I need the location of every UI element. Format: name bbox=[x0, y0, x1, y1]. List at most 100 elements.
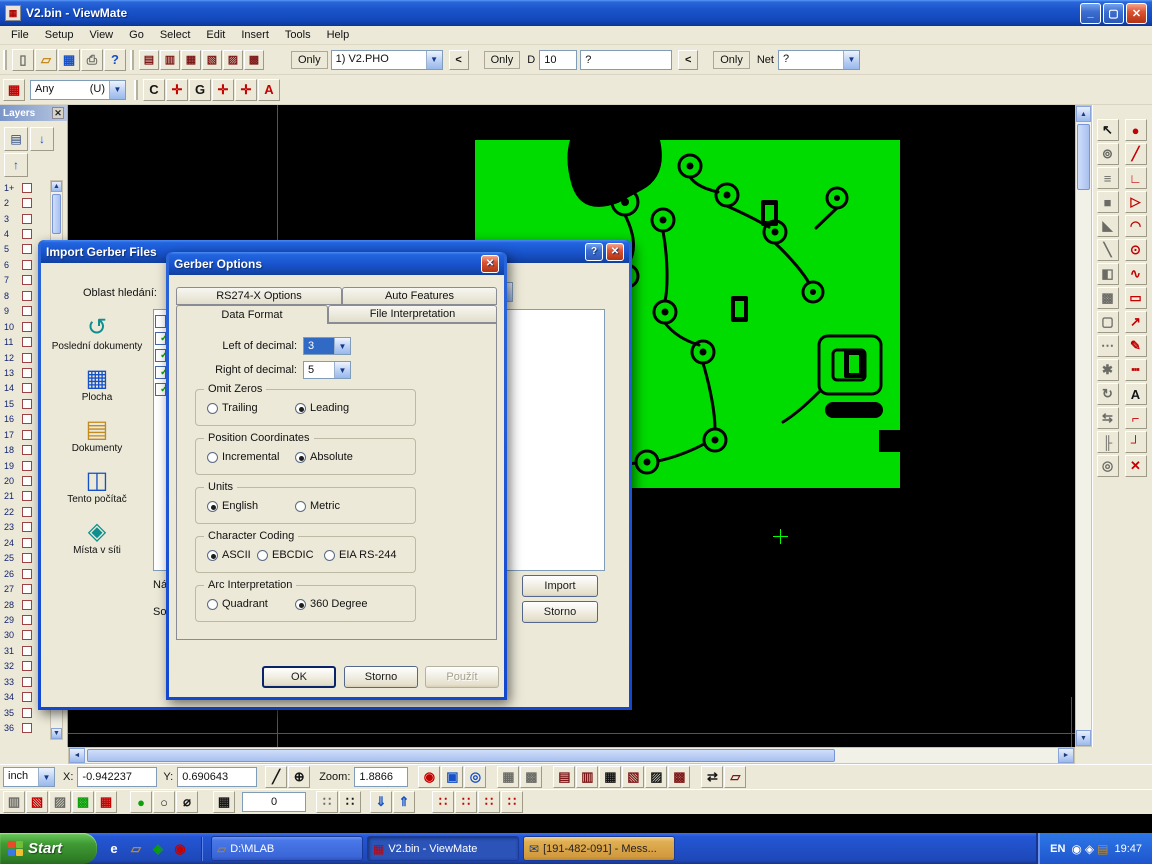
x-coordinate-field[interactable]: -0.942237 bbox=[77, 767, 157, 787]
corner-tool-icon[interactable]: ∟ bbox=[1125, 167, 1147, 189]
chevron-down-icon[interactable]: ▼ bbox=[38, 768, 54, 786]
crosshair-select-icon[interactable]: ✛ bbox=[166, 79, 188, 101]
ruler-tool-icon[interactable]: ╟ bbox=[1097, 431, 1119, 453]
chevron-down-icon[interactable]: ▼ bbox=[334, 338, 350, 354]
hscrollbar-thumb[interactable] bbox=[87, 749, 835, 762]
stack-icon[interactable]: ≡ bbox=[1097, 167, 1119, 189]
pointer-tool-icon[interactable]: ↖ bbox=[1097, 119, 1119, 141]
y-coordinate-field[interactable]: 0.690643 bbox=[177, 767, 257, 787]
import-button[interactable]: Import bbox=[522, 575, 598, 597]
chevron-down-icon[interactable]: ▼ bbox=[334, 362, 350, 378]
text-tool-icon[interactable]: A bbox=[1125, 383, 1147, 405]
grid-display-icon[interactable]: ▩ bbox=[520, 766, 542, 788]
layer-color-swatch[interactable] bbox=[22, 430, 32, 440]
right-decimal-combo[interactable]: 5 ▼ bbox=[303, 361, 351, 379]
layer-color-swatch[interactable] bbox=[22, 383, 32, 393]
target-one-icon[interactable]: ✛ bbox=[212, 79, 234, 101]
layer-table-icon[interactable]: ▤ bbox=[4, 127, 28, 151]
line-tool-icon[interactable]: ╱ bbox=[1125, 143, 1147, 165]
scroll-down-icon[interactable]: ▼ bbox=[1076, 730, 1091, 746]
only-dcode-toggle[interactable]: Only bbox=[484, 51, 521, 69]
dcode-field[interactable]: 10 bbox=[539, 50, 577, 70]
dot-grid-icon[interactable]: ∷ bbox=[316, 791, 338, 813]
quicklaunch-ie-icon[interactable]: e bbox=[105, 840, 123, 858]
tray-docs-icon[interactable]: ▤ bbox=[1097, 842, 1108, 856]
layer-color-swatch[interactable] bbox=[22, 476, 32, 486]
arc-tool-icon[interactable]: ◠ bbox=[1125, 215, 1147, 237]
pad-tool-icon[interactable]: ● bbox=[1125, 119, 1147, 141]
circle-aperture-icon[interactable]: C bbox=[143, 79, 165, 101]
crop-view-icon[interactable]: ▱ bbox=[724, 766, 746, 788]
zoom-tool-icon[interactable]: ◎ bbox=[1097, 455, 1119, 477]
menu-select[interactable]: Select bbox=[152, 27, 199, 43]
layer-color-swatch[interactable] bbox=[22, 600, 32, 610]
film-view-2-icon[interactable]: ▥ bbox=[576, 766, 598, 788]
task-message[interactable]: ✉ [191-482-091] - Mess... bbox=[523, 836, 675, 861]
grid-toggle-icon[interactable]: ▦ bbox=[213, 791, 235, 813]
radio-ascii[interactable]: ASCII bbox=[207, 549, 251, 561]
tab-data-format[interactable]: Data Format bbox=[176, 305, 328, 324]
layer-color-swatch[interactable] bbox=[22, 538, 32, 548]
film-view-1-icon[interactable]: ▤ bbox=[553, 766, 575, 788]
radio-absolute[interactable]: Absolute bbox=[295, 451, 353, 463]
previous-dcode-button[interactable]: < bbox=[678, 50, 698, 70]
layers-scrollbar-thumb[interactable] bbox=[52, 194, 61, 234]
flash-mode-icon[interactable]: ▨ bbox=[49, 791, 71, 813]
grid-snap-icon[interactable]: ▦ bbox=[497, 766, 519, 788]
place-network[interactable]: ◈ Místa v síti bbox=[51, 519, 143, 557]
mirror-tool-icon[interactable]: ⇆ bbox=[1097, 407, 1119, 429]
film-view-6-icon[interactable]: ▩ bbox=[668, 766, 690, 788]
print-icon[interactable]: ⎙ bbox=[81, 49, 103, 71]
layer-color-swatch[interactable] bbox=[22, 692, 32, 702]
slope-tool-icon[interactable]: ╲ bbox=[1097, 239, 1119, 261]
tray-network-icon[interactable]: ◈ bbox=[1085, 842, 1094, 856]
layer-color-swatch[interactable] bbox=[22, 260, 32, 270]
trace-mode-icon[interactable]: ▩ bbox=[72, 791, 94, 813]
canvas-vscrollbar[interactable]: ▲ ▼ bbox=[1075, 105, 1092, 747]
radio-quadrant[interactable]: Quadrant bbox=[207, 598, 268, 610]
swap-layers-icon[interactable]: ⇄ bbox=[701, 766, 723, 788]
scroll-left-icon[interactable]: ◄ bbox=[69, 748, 85, 763]
radio-omit-leading[interactable]: Leading bbox=[295, 402, 349, 414]
layer-color-swatch[interactable] bbox=[22, 491, 32, 501]
place-desktop[interactable]: ▦ Plocha bbox=[51, 366, 143, 404]
aperture-grid-icon[interactable]: ▦ bbox=[3, 79, 25, 101]
previous-layer-button[interactable]: < bbox=[449, 50, 469, 70]
move-layer-up-icon[interactable]: ↑ bbox=[4, 153, 28, 177]
fill-mode-icon[interactable]: ▩ bbox=[244, 50, 264, 70]
layer-color-swatch[interactable] bbox=[22, 646, 32, 656]
layer-color-swatch[interactable] bbox=[22, 414, 32, 424]
radio-incremental[interactable]: Incremental bbox=[207, 451, 279, 463]
zoom-previous-icon[interactable]: ◎ bbox=[464, 766, 486, 788]
tab-rs274x-options[interactable]: RS274-X Options bbox=[176, 287, 342, 305]
scroll-up-icon[interactable]: ▲ bbox=[1076, 106, 1091, 122]
layer-color-swatch[interactable] bbox=[22, 553, 32, 563]
vscrollbar-thumb[interactable] bbox=[1077, 124, 1090, 190]
left-decimal-combo[interactable]: 3 ▼ bbox=[303, 337, 351, 355]
chevron-down-icon[interactable]: ▼ bbox=[109, 81, 125, 99]
dot-grid-dense-icon[interactable]: ∷ bbox=[339, 791, 361, 813]
dots-tool-icon[interactable]: ⋯ bbox=[1097, 335, 1119, 357]
close-button[interactable]: ✕ bbox=[1126, 3, 1147, 24]
import-cancel-button[interactable]: Storno bbox=[522, 601, 598, 623]
sketch-mode-icon[interactable]: ▧ bbox=[202, 50, 222, 70]
circle-indicator-icon[interactable]: ○ bbox=[153, 791, 175, 813]
pattern-d-icon[interactable]: ∷ bbox=[501, 791, 523, 813]
layer-color-swatch[interactable] bbox=[22, 244, 32, 254]
triangle-tool-icon[interactable]: ◣ bbox=[1097, 215, 1119, 237]
layer-color-swatch[interactable] bbox=[22, 291, 32, 301]
draw-tool-icon[interactable]: ✎ bbox=[1125, 335, 1147, 357]
polygon-tool-icon[interactable]: ▷ bbox=[1125, 191, 1147, 213]
ok-button[interactable]: OK bbox=[262, 666, 336, 688]
menu-go[interactable]: Go bbox=[121, 27, 152, 43]
dash-tool-icon[interactable]: ┅ bbox=[1125, 359, 1147, 381]
status-light-icon[interactable]: ● bbox=[130, 791, 152, 813]
settings-tool-icon[interactable]: ✱ bbox=[1097, 359, 1119, 381]
net-combo[interactable]: ? ▼ bbox=[778, 50, 860, 70]
layer-color-swatch[interactable] bbox=[22, 337, 32, 347]
frame-view-icon[interactable]: ▥ bbox=[160, 50, 180, 70]
place-my-computer[interactable]: ◫ Tento počítač bbox=[51, 468, 143, 506]
cancel-button[interactable]: Storno bbox=[344, 666, 418, 688]
menu-tools[interactable]: Tools bbox=[277, 27, 319, 43]
layer-row[interactable]: 1+ bbox=[1, 180, 47, 195]
